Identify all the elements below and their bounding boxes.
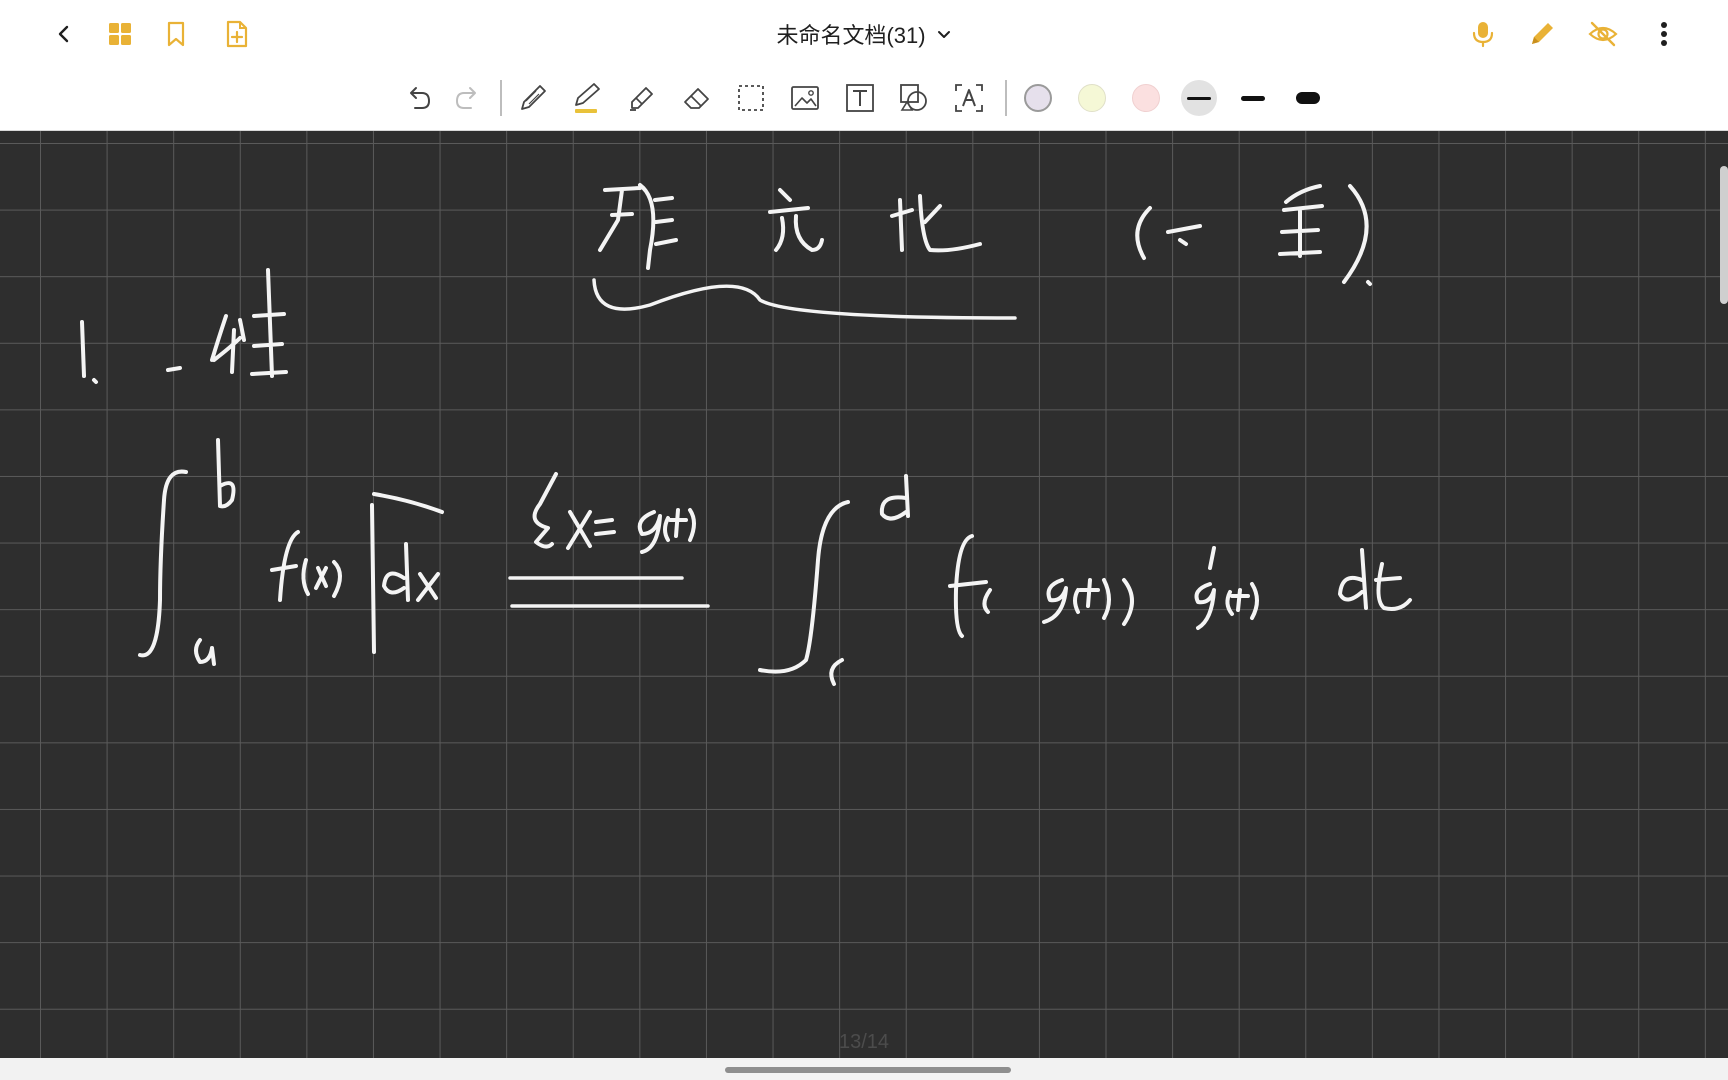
- home-indicator[interactable]: [725, 1067, 1011, 1073]
- title-underline-stroke: [592, 278, 1017, 320]
- vertical-scrollbar[interactable]: [1720, 166, 1728, 304]
- handwritten-integral-right: [758, 474, 1412, 686]
- handwritten-section-label: [80, 268, 288, 384]
- handwritten-integral-left: [138, 438, 444, 666]
- handwritten-substitution: [532, 472, 696, 554]
- page-indicator: 13/14: [838, 1031, 890, 1053]
- handwritten-title: [598, 183, 1372, 286]
- handwriting-ink: [80, 183, 1412, 686]
